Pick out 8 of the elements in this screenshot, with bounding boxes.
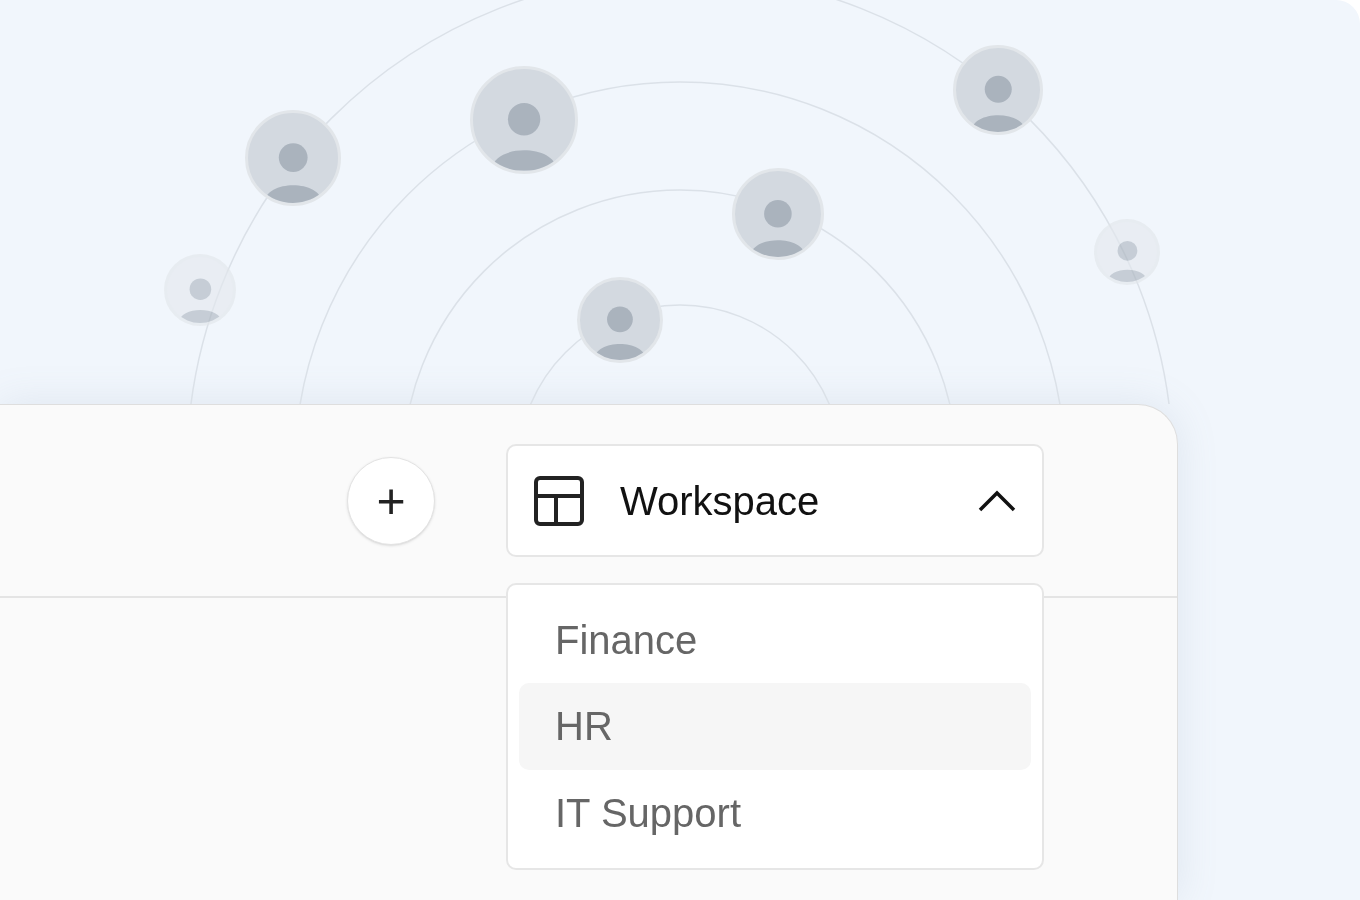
- dropdown-label: Workspace: [620, 477, 821, 525]
- add-button[interactable]: +: [347, 456, 435, 545]
- menu-item[interactable]: Finance: [519, 597, 1031, 684]
- workspace-dropdown[interactable]: Workspace: [506, 444, 1044, 557]
- chevron-icon: [978, 489, 1016, 512]
- menu-item[interactable]: IT Support: [519, 769, 1031, 856]
- layout-icon: [534, 475, 584, 526]
- menu-item[interactable]: HR: [519, 683, 1031, 770]
